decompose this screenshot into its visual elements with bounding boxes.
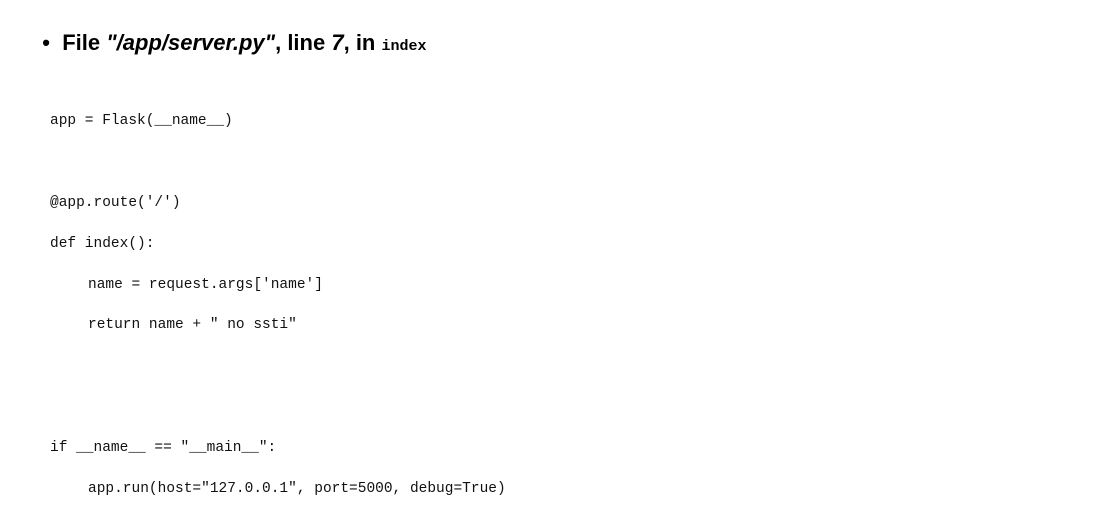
code-line: return name + " no ssti" bbox=[88, 317, 297, 334]
function-name: index bbox=[381, 38, 427, 55]
code-line: def index(): bbox=[50, 235, 155, 252]
file-label: File bbox=[62, 30, 107, 55]
traceback-frame-header: • File "/app/server.py", line 7, in index bbox=[30, 4, 427, 56]
code-line: @app.route('/') bbox=[50, 194, 181, 211]
line-number: 7 bbox=[331, 30, 344, 55]
source-code-block: app = Flask(__name__) @app.route('/') def … bbox=[50, 101, 506, 510]
filename: "/app/server.py" bbox=[106, 30, 276, 55]
code-line: app.run(host="127.0.0.1", port=5000, deb… bbox=[88, 481, 506, 498]
in-label: , in bbox=[343, 30, 382, 55]
code-line: if __name__ == "__main__": bbox=[50, 440, 277, 457]
code-line: app = Flask(__name__) bbox=[50, 113, 233, 129]
bullet: • bbox=[42, 30, 50, 55]
line-label: , line bbox=[275, 30, 332, 55]
code-line: name = request.args['name'] bbox=[88, 276, 323, 293]
